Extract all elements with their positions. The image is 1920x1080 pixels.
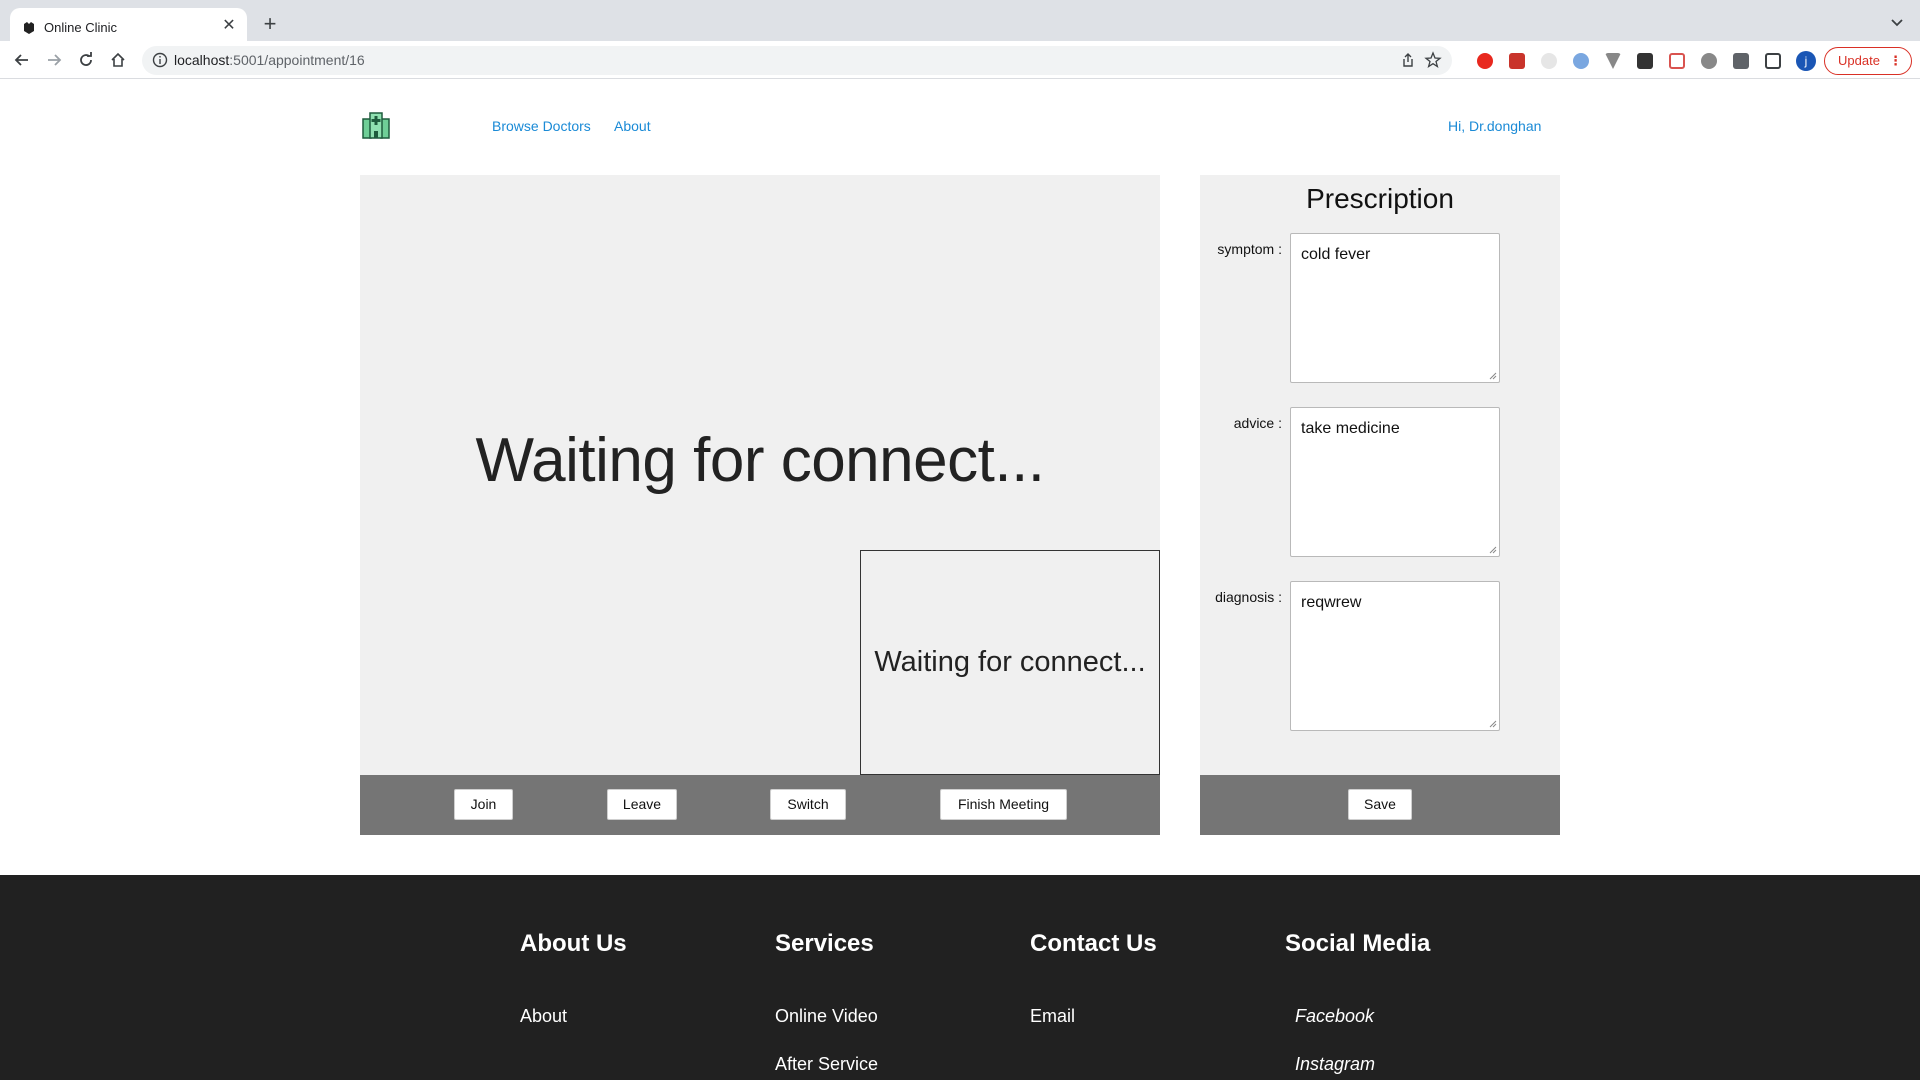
footer-heading: Services: [775, 930, 874, 957]
footer-link-after-service[interactable]: After Service: [775, 1054, 878, 1075]
footer-heading: About Us: [520, 930, 627, 957]
reload-icon[interactable]: [74, 48, 98, 72]
profile-avatar[interactable]: j: [1796, 51, 1816, 71]
cross-extension-icon[interactable]: [1669, 53, 1685, 69]
symptom-textarea[interactable]: cold fever: [1290, 233, 1500, 383]
remote-video-panel: Waiting for connect... Waiting for conne…: [360, 175, 1160, 775]
footer-link-instagram[interactable]: Instagram: [1295, 1054, 1375, 1075]
grey-extension-icon[interactable]: [1541, 53, 1557, 69]
advice-label: advice :: [1233, 415, 1282, 431]
tab-title: Online Clinic: [44, 20, 117, 35]
finish-meeting-button[interactable]: Finish Meeting: [940, 789, 1067, 820]
forward-arrow-icon[interactable]: [42, 48, 66, 72]
diagnosis-value: reqwrew: [1301, 594, 1362, 611]
opera-extension-icon[interactable]: [1477, 53, 1493, 69]
remote-video-status: Waiting for connect...: [475, 426, 1045, 495]
local-video-status: Waiting for connect...: [874, 646, 1146, 678]
site-favicon-icon: [24, 22, 34, 34]
advice-textarea[interactable]: take medicine: [1290, 407, 1500, 557]
menu-dots-icon: ⋮: [1889, 53, 1902, 68]
leave-button[interactable]: Leave: [607, 789, 677, 820]
footer-heading: Social Media: [1285, 930, 1431, 957]
bookmark-star-icon[interactable]: [1424, 51, 1442, 69]
side-panel-icon[interactable]: [1765, 53, 1781, 69]
symptom-label: symptom :: [1217, 241, 1282, 257]
browser-toolbar: localhost:5001/appointment/16 j Update ⋮: [0, 41, 1920, 79]
symptom-value: cold fever: [1301, 246, 1371, 263]
vue-devtools-icon[interactable]: [1605, 53, 1621, 69]
home-icon[interactable]: [106, 48, 130, 72]
site-header: Browse Doctors About Hi, Dr.donghan: [0, 80, 1920, 175]
cube-extension-icon[interactable]: [1637, 53, 1653, 69]
blue-extension-icon[interactable]: [1573, 53, 1589, 69]
globe-extension-icon[interactable]: [1701, 53, 1717, 69]
puzzle-extensions-icon[interactable]: [1733, 53, 1749, 69]
back-arrow-icon[interactable]: [10, 48, 34, 72]
clinic-logo-icon[interactable]: [361, 110, 391, 140]
update-button[interactable]: Update ⋮: [1824, 47, 1912, 75]
nav-about[interactable]: About: [614, 118, 651, 134]
tab-search-chevron-icon[interactable]: [1888, 14, 1906, 32]
resize-grip-icon[interactable]: [1489, 720, 1497, 728]
video-control-bar: Join Leave Switch Finish Meeting: [360, 775, 1160, 835]
footer-link-about[interactable]: About: [520, 1006, 567, 1027]
footer-link-online-video[interactable]: Online Video: [775, 1006, 878, 1027]
footer-heading: Contact Us: [1030, 930, 1157, 957]
site-footer: About Us About Services Online Video Aft…: [0, 875, 1920, 1080]
site-info-icon[interactable]: [152, 52, 168, 68]
new-tab-icon[interactable]: +: [258, 12, 282, 36]
url-text: localhost:5001/appointment/16: [174, 52, 365, 68]
footer-link-email[interactable]: Email: [1030, 1006, 1075, 1027]
share-icon[interactable]: [1400, 52, 1416, 68]
footer-link-facebook[interactable]: Facebook: [1295, 1006, 1374, 1027]
switch-button[interactable]: Switch: [770, 789, 846, 820]
prescription-panel: Prescription symptom : cold fever advice…: [1200, 175, 1560, 775]
red-extension-icon[interactable]: [1509, 53, 1525, 69]
close-tab-icon[interactable]: ✕: [219, 16, 239, 36]
update-label: Update: [1838, 53, 1880, 68]
join-button[interactable]: Join: [454, 789, 513, 820]
local-video-panel: Waiting for connect...: [860, 550, 1160, 775]
prescription-control-bar: Save: [1200, 775, 1560, 835]
diagnosis-label: diagnosis :: [1215, 589, 1282, 605]
diagnosis-textarea[interactable]: reqwrew: [1290, 581, 1500, 731]
save-button[interactable]: Save: [1348, 789, 1412, 820]
user-greeting[interactable]: Hi, Dr.donghan: [1448, 118, 1541, 134]
resize-grip-icon[interactable]: [1489, 372, 1497, 380]
resize-grip-icon[interactable]: [1489, 546, 1497, 554]
advice-value: take medicine: [1301, 420, 1400, 437]
prescription-title: Prescription: [1306, 183, 1454, 214]
address-bar[interactable]: localhost:5001/appointment/16: [142, 46, 1452, 75]
nav-browse-doctors[interactable]: Browse Doctors: [492, 118, 591, 134]
